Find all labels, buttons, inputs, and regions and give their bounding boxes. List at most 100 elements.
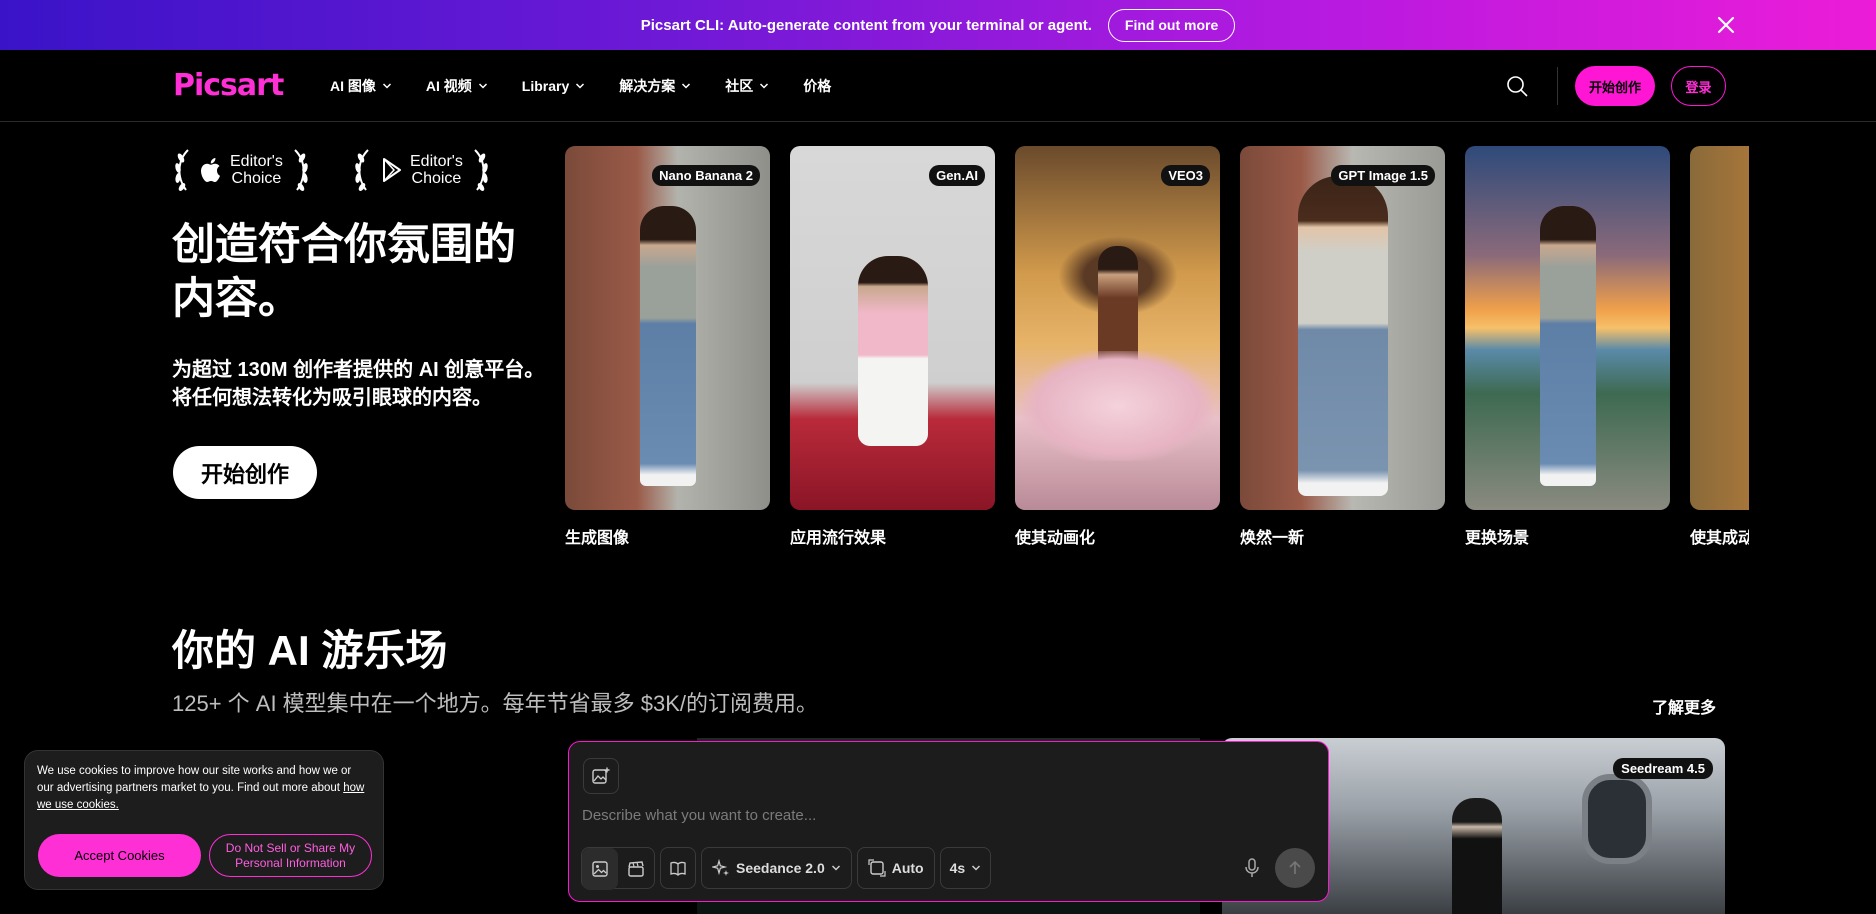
aspect-ratio-icon (868, 859, 886, 877)
promo-banner: Picsart CLI: Auto-generate content from … (0, 0, 1876, 50)
apple-icon (201, 158, 220, 182)
hero-title: 创造符合你氛围的内容。 (172, 221, 516, 323)
close-icon[interactable] (1714, 13, 1738, 37)
award-text: Editor's Choice (410, 153, 463, 187)
chevron-down-icon (682, 83, 691, 89)
card-image: GPT Image 1.5 (1240, 146, 1445, 510)
laurel-right-icon (474, 149, 488, 191)
chevron-down-icon (760, 83, 769, 89)
sparkles-icon (712, 859, 729, 876)
dns-line2: Personal Information (235, 855, 346, 870)
card-image (1465, 146, 1670, 510)
card-image (1690, 146, 1749, 510)
award-text: Editor's Choice (230, 153, 283, 187)
chevron-down-icon (382, 83, 391, 89)
prompt-composer: Seedance 2.0 Auto 4s (568, 741, 1329, 902)
award-google-play-editors-choice: Editor's Choice (352, 146, 491, 194)
feature-card-animate[interactable]: VEO3 使其动画化 (1015, 146, 1220, 546)
playground-title: 你的 AI 游乐场 (172, 627, 448, 674)
menu-item-community[interactable]: 社区 (725, 76, 769, 96)
model-selector[interactable]: Seedance 2.0 (701, 847, 852, 889)
presets-button[interactable] (660, 847, 696, 889)
cookie-text: We use cookies to improve how our site w… (37, 763, 371, 814)
clapperboard-icon (628, 861, 644, 877)
duration-value: 4s (949, 860, 966, 876)
hero-subtitle-line2: 将任何想法转化为吸引眼球的内容。 (172, 387, 492, 409)
login-button[interactable]: 登录 (1671, 66, 1726, 106)
cookie-consent: We use cookies to improve how our site w… (24, 750, 384, 890)
feature-card-apply-effects[interactable]: Gen.AI 应用流行效果 (790, 146, 995, 546)
hero-start-creating-button[interactable]: 开始创作 (173, 446, 317, 499)
laurel-left-icon (355, 149, 369, 191)
menu-item-library[interactable]: Library (522, 78, 585, 94)
subway-window (1582, 774, 1652, 864)
award-line2: Choice (231, 170, 282, 187)
feature-card-generate-image[interactable]: Nano Banana 2 生成图像 (565, 146, 770, 546)
learn-more-link[interactable]: 了解更多 (1652, 694, 1716, 718)
add-reference-image-button[interactable] (583, 758, 619, 794)
picsart-logo[interactable]: Picsart (173, 68, 284, 103)
prompt-toolbar: Seedance 2.0 Auto 4s (581, 847, 992, 890)
chevron-down-icon (972, 865, 981, 871)
prompt-input[interactable] (582, 802, 1282, 828)
card-badge: VEO3 (1161, 165, 1210, 186)
menu-label: AI 视频 (425, 78, 472, 94)
menu-item-ai-video[interactable]: AI 视频 (426, 76, 488, 96)
award-line1: Editor's (410, 153, 463, 170)
menu-label: AI 图像 (330, 78, 376, 94)
award-apple-editors-choice: Editor's Choice (172, 146, 311, 194)
laurel-left-icon (175, 149, 189, 191)
image-mode-button[interactable] (582, 848, 618, 890)
menu-label: 解决方案 (619, 78, 676, 94)
cookie-message: We use cookies to improve how our site w… (37, 765, 352, 794)
card-label: 使其动画化 (1015, 530, 1096, 546)
menu-label: 社区 (725, 78, 754, 94)
mode-switch (581, 847, 655, 890)
chevron-down-icon (831, 865, 840, 871)
card-image: Nano Banana 2 (565, 146, 770, 510)
feature-card-refresh[interactable]: GPT Image 1.5 焕然一新 (1240, 146, 1445, 546)
menu-label: Library (521, 78, 570, 94)
award-line2: Choice (411, 170, 462, 187)
hero-subtitle: 为超过 130M 创作者提供的 AI 创意平台。 将任何想法转化为吸引眼球的内容… (172, 356, 562, 412)
card-label: 使其成动 (1690, 530, 1749, 546)
dns-line1: Do Not Sell or Share My (225, 840, 356, 855)
start-creating-button[interactable]: 开始创作 (1575, 66, 1655, 106)
subway-person (1452, 798, 1502, 914)
model-name: Seedance 2.0 (736, 860, 825, 876)
laurel-right-icon (294, 149, 308, 191)
aspect-value: Auto (891, 860, 924, 876)
card-image: VEO3 (1015, 146, 1220, 510)
card-label: 应用流行效果 (790, 530, 887, 546)
chevron-down-icon (576, 83, 585, 89)
microphone-icon[interactable] (1241, 857, 1263, 879)
feature-card-make-anime[interactable]: 使其成动 (1690, 146, 1749, 546)
card-badge: Gen.AI (929, 165, 985, 186)
duration-selector[interactable]: 4s (939, 847, 992, 889)
playground-subtitle: 125+ 个 AI 模型集中在一个地方。每年节省最多 $3K/的订阅费用。 (172, 691, 819, 716)
menu-item-solutions[interactable]: 解决方案 (619, 76, 691, 96)
feature-carousel: Nano Banana 2 生成图像 Gen.AI 应用流行效果 VEO3 使其… (565, 146, 1749, 546)
image-icon (592, 861, 608, 877)
do-not-sell-button[interactable]: Do Not Sell or Share My Personal Informat… (209, 834, 372, 877)
nav-divider (1557, 67, 1558, 105)
main-menu: AI 图像 AI 视频 Library 解决方案 社区 价格 (330, 50, 865, 122)
find-out-more-button[interactable]: Find out more (1107, 8, 1236, 42)
card-label: 焕然一新 (1240, 530, 1305, 546)
arrow-up-icon (1289, 860, 1301, 874)
image-plus-icon (592, 767, 610, 784)
menu-item-ai-image[interactable]: AI 图像 (330, 76, 392, 96)
accept-cookies-button[interactable]: Accept Cookies (38, 834, 201, 877)
google-play-icon (383, 158, 401, 182)
top-navbar: Picsart AI 图像 AI 视频 Library 解决方案 社区 价格 开… (0, 50, 1876, 122)
send-button[interactable] (1275, 848, 1315, 888)
award-line1: Editor's (230, 153, 283, 170)
video-mode-button[interactable] (618, 848, 654, 890)
feature-card-change-scene[interactable]: 更换场景 (1465, 146, 1670, 546)
card-label: 更换场景 (1465, 530, 1530, 546)
search-icon[interactable] (1505, 74, 1529, 98)
menu-item-pricing[interactable]: 价格 (803, 76, 831, 96)
aspect-ratio-selector[interactable]: Auto (856, 847, 935, 889)
model-badge: Seedream 4.5 (1613, 758, 1713, 779)
card-badge: GPT Image 1.5 (1331, 165, 1435, 186)
